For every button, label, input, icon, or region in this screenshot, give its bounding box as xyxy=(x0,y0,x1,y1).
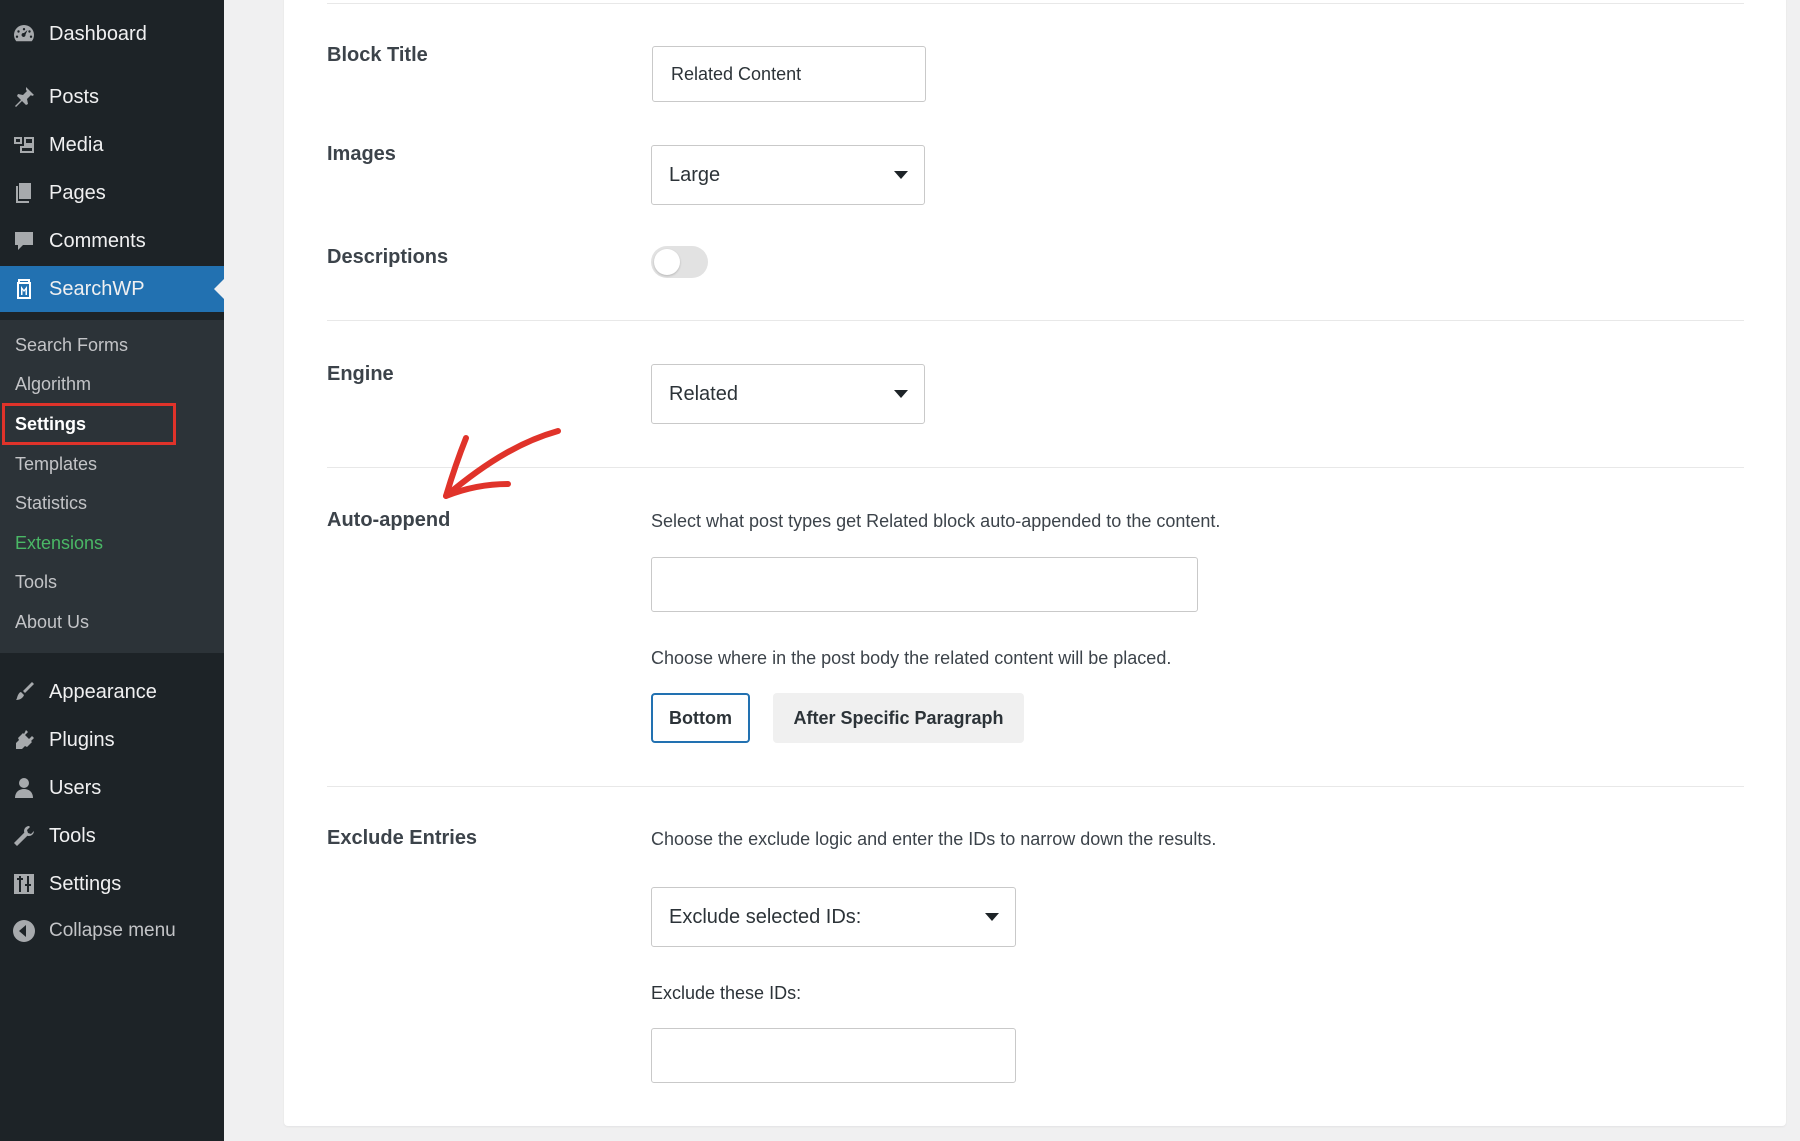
menu-item-pages[interactable]: Pages xyxy=(0,170,224,216)
settings-highlight-box xyxy=(2,403,176,445)
auto-append-label: Auto-append xyxy=(327,509,451,531)
menu-label: Tools xyxy=(49,824,96,847)
exclude-logic-value: Exclude selected IDs: xyxy=(669,905,862,928)
block-title-label: Block Title xyxy=(327,44,428,66)
submenu-extensions[interactable]: Extensions xyxy=(15,528,103,558)
menu-label: Users xyxy=(49,776,102,799)
menu-item-searchwp[interactable]: SearchWP xyxy=(0,266,224,312)
section-divider xyxy=(327,3,1744,4)
images-select[interactable]: Large xyxy=(651,145,925,205)
placement-bottom-button[interactable]: Bottom xyxy=(651,693,750,743)
collapse-label: Collapse menu xyxy=(49,920,176,941)
submenu-algorithm[interactable]: Algorithm xyxy=(15,369,91,399)
pages-icon xyxy=(11,180,37,206)
comments-icon xyxy=(11,228,37,254)
menu-label: Appearance xyxy=(49,680,157,703)
exclude-ids-input[interactable] xyxy=(651,1028,1016,1083)
submenu-tools[interactable]: Tools xyxy=(15,567,57,597)
menu-item-appearance[interactable]: Appearance xyxy=(0,669,224,715)
sliders-icon xyxy=(11,871,37,897)
menu-item-settings[interactable]: Settings xyxy=(0,861,224,907)
auto-append-description: Select what post types get Related block… xyxy=(651,511,1221,531)
menu-label: Comments xyxy=(49,229,146,252)
admin-sidebar: Dashboard Posts Media Pages Comments Sea… xyxy=(0,0,224,1141)
wrench-icon xyxy=(11,823,37,849)
engine-label: Engine xyxy=(327,363,394,385)
toggle-knob xyxy=(654,249,680,275)
menu-label: Dashboard xyxy=(49,22,147,45)
post-types-input[interactable] xyxy=(651,557,1198,612)
user-icon xyxy=(11,775,37,801)
collapse-menu-button[interactable]: Collapse menu xyxy=(0,908,224,954)
dashboard-icon xyxy=(11,21,37,47)
engine-selected-value: Related xyxy=(669,382,738,405)
exclude-logic-select[interactable]: Exclude selected IDs: xyxy=(651,887,1016,947)
media-icon xyxy=(11,132,37,158)
plug-icon xyxy=(11,727,37,753)
menu-item-media[interactable]: Media xyxy=(0,122,224,168)
annotation-arrow-icon xyxy=(443,428,561,499)
menu-label: Posts xyxy=(49,85,100,108)
descriptions-toggle[interactable] xyxy=(651,246,708,278)
submenu-about-us[interactable]: About Us xyxy=(15,607,89,637)
block-title-input[interactable]: Related Content xyxy=(652,46,926,102)
collapse-icon xyxy=(11,918,37,944)
chevron-down-icon xyxy=(894,171,908,179)
section-divider xyxy=(327,786,1744,787)
images-label: Images xyxy=(327,143,396,165)
menu-item-posts[interactable]: Posts xyxy=(0,74,224,120)
searchwp-icon xyxy=(11,276,37,302)
placement-after-paragraph-button[interactable]: After Specific Paragraph xyxy=(773,693,1024,743)
images-selected-value: Large xyxy=(669,163,721,186)
descriptions-label: Descriptions xyxy=(327,246,449,268)
menu-item-comments[interactable]: Comments xyxy=(0,218,224,264)
menu-item-dashboard[interactable]: Dashboard xyxy=(0,11,224,57)
exclude-ids-label: Exclude these IDs: xyxy=(651,983,802,1003)
menu-label: Pages xyxy=(49,181,106,204)
brush-icon xyxy=(11,679,37,705)
engine-select[interactable]: Related xyxy=(651,364,925,424)
menu-item-users[interactable]: Users xyxy=(0,765,224,811)
section-divider xyxy=(327,320,1744,321)
submenu-search-forms[interactable]: Search Forms xyxy=(15,330,128,360)
menu-label: Media xyxy=(49,133,104,156)
submenu-statistics[interactable]: Statistics xyxy=(15,488,87,518)
exclude-entries-label: Exclude Entries xyxy=(327,827,478,849)
chevron-down-icon xyxy=(985,913,999,921)
menu-label: Plugins xyxy=(49,728,115,751)
exclude-description: Choose the exclude logic and enter the I… xyxy=(651,829,1217,849)
chevron-down-icon xyxy=(894,390,908,398)
placement-description: Choose where in the post body the relate… xyxy=(651,648,1172,668)
menu-item-tools[interactable]: Tools xyxy=(0,813,224,859)
searchwp-submenu: Search Forms Algorithm Settings Template… xyxy=(0,320,224,653)
submenu-templates[interactable]: Templates xyxy=(15,449,97,479)
menu-label: Settings xyxy=(49,872,122,895)
pin-icon xyxy=(11,84,37,110)
menu-label: SearchWP xyxy=(49,277,145,300)
menu-item-plugins[interactable]: Plugins xyxy=(0,717,224,763)
